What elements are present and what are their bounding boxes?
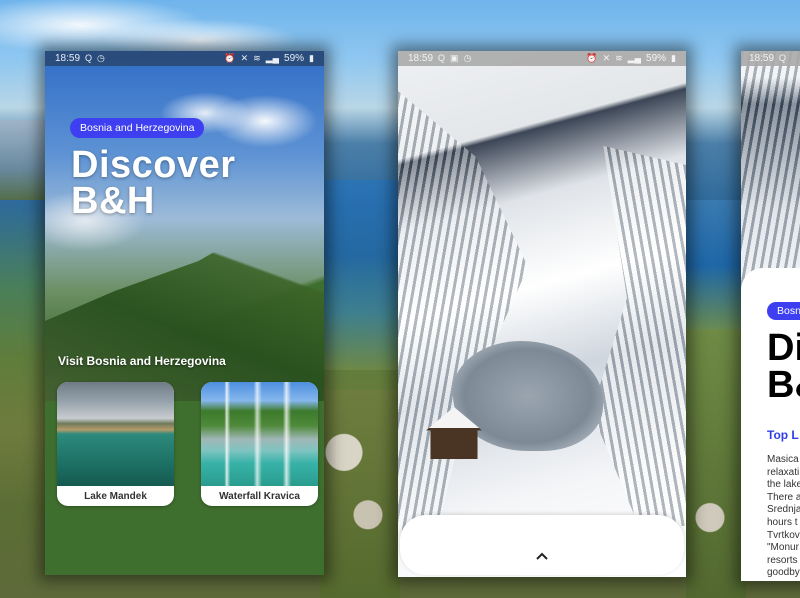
background-rocks [686,330,746,598]
body-line: relaxati [767,466,800,478]
hero-title: Discover B&H [71,144,236,222]
status-time: 18:59 [55,53,81,64]
body-line: Srednja [767,504,800,516]
battery-icon: ▮ [309,53,314,63]
battery-icon: ▮ [671,53,676,63]
signal-icon: ▂▄ [265,53,280,63]
article-panel: Bosn Di B& Top L Masica relaxati the lak… [741,268,800,581]
article-body: Masica relaxati the lake There a Srednja… [767,454,800,581]
waterfall-kravica-image [201,382,318,486]
alarm-icon: ⏰ [586,53,598,63]
status-bar: 18:59 Q ◷ ⏰ ✕ ≋ ▂▄ 59% ▮ [45,51,324,66]
hero-title-line2: B&H [71,180,155,222]
card-label: Waterfall Kravica [219,490,300,502]
article-subtitle: Top L [767,428,799,442]
background-mountain [0,120,50,200]
destination-card-lake-mandek[interactable]: Lake Mandek [57,382,174,506]
background-lake [320,180,400,370]
body-line: There a [767,491,800,503]
chevron-up-icon[interactable] [535,551,549,561]
signal-icon: ▂▄ [627,53,642,63]
section-title: Visit Bosnia and Herzegovina [58,354,226,368]
clock-sync-icon: ◷ [463,53,472,63]
mute-icon: ✕ [602,53,611,63]
body-line: the lake [767,479,800,491]
body-line: resorts [767,554,798,566]
body-line: goodby [767,567,800,579]
article-title-line1: Di [767,327,800,369]
bottom-sheet-handle[interactable] [400,515,684,575]
image-icon: ▣ [450,53,459,63]
body-line: Masica [767,454,799,465]
article-title-line2: B& [767,364,800,406]
q-icon: Q [779,53,787,63]
battery-percent: 59% [284,53,305,64]
country-badge[interactable]: Bosnia and Herzegovina [70,118,205,138]
body-line: Tvrtkov [767,529,800,541]
status-bar: 18:59 Q [741,51,800,66]
wifi-icon: ≋ [253,53,261,63]
background-rocks [320,390,400,598]
status-time: 18:59 [408,53,434,64]
country-badge[interactable]: Bosn [767,302,800,320]
lake-mandek-image [57,382,174,486]
destination-card-waterfall-kravica[interactable]: Waterfall Kravica [201,382,318,506]
mute-icon: ✕ [240,53,249,63]
card-label: Lake Mandek [84,490,147,502]
phone-screen-article: 18:59 Q Bosn Di B& Top L Masica relaxati… [741,51,800,581]
article-title: Di B& [767,327,800,406]
status-bar: 18:59 Q ▣ ◷ ⏰ ✕ ≋ ▂▄ 59% ▮ [398,51,686,66]
wifi-icon: ≋ [615,53,623,63]
phone-screen-home: 18:59 Q ◷ ⏰ ✕ ≋ ▂▄ 59% ▮ Bosnia and Herz… [45,51,324,575]
phone-screen-detail: 18:59 Q ▣ ◷ ⏰ ✕ ≋ ▂▄ 59% ▮ [398,51,686,577]
body-line: hours t [767,516,798,528]
alarm-icon: ⏰ [224,53,236,63]
hero-title-line1: Discover [71,144,236,186]
body-line: green v [767,580,800,581]
battery-percent: 59% [646,53,667,64]
body-line: "Monur [767,542,799,554]
status-time: 18:59 [749,53,775,64]
clock-sync-icon: ◷ [97,53,105,63]
q-icon: Q [438,53,446,63]
background-lake [686,200,741,330]
q-icon: Q [85,53,93,63]
